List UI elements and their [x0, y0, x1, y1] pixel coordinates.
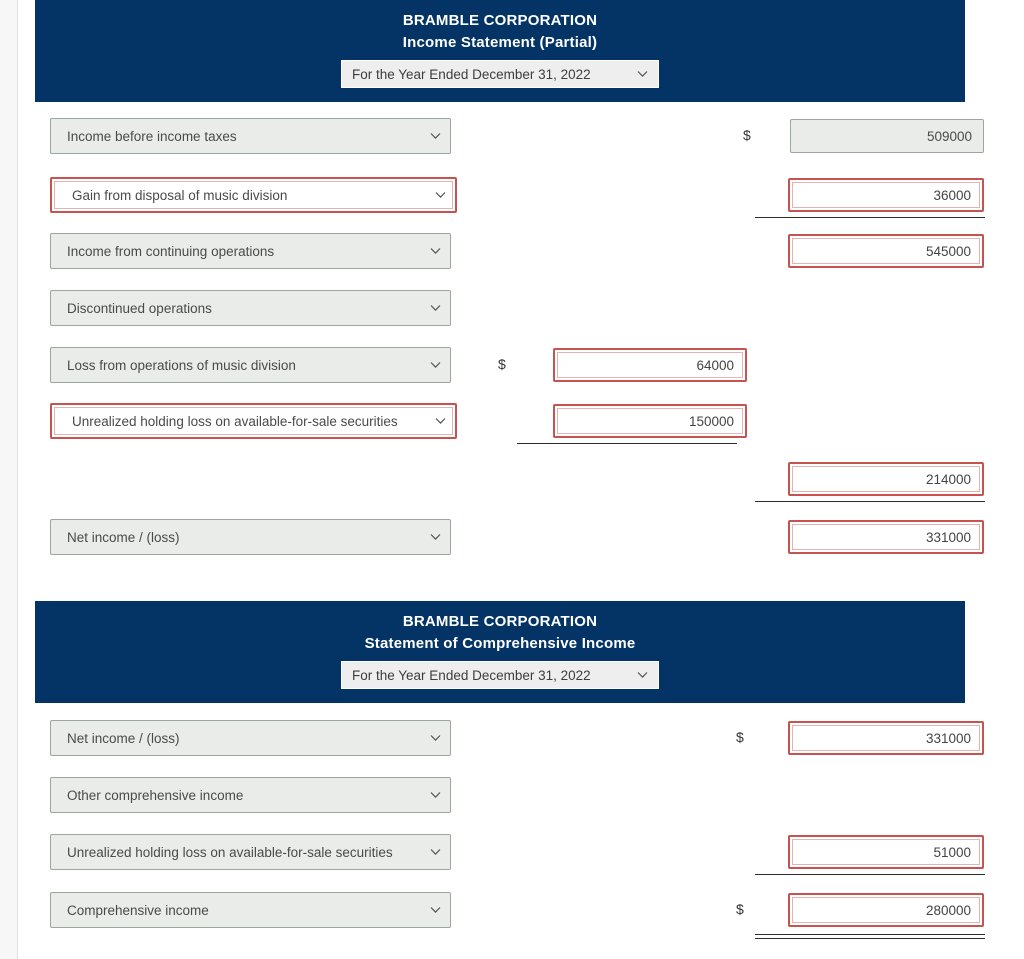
account-select-label: Income before income taxes: [67, 128, 237, 144]
table-row: Other comprehensive income: [35, 777, 965, 817]
period-select-income-statement[interactable]: For the Year Ended December 31, 2022: [341, 60, 659, 88]
account-select-label: Gain from disposal of music division: [72, 187, 288, 203]
amount-value: 51000: [933, 844, 971, 860]
account-select-label: Comprehensive income: [67, 902, 209, 918]
account-select-label: Discontinued operations: [67, 300, 212, 316]
table-row: Net income / (loss) 331000: [35, 519, 984, 559]
chevron-down-icon: [430, 735, 441, 742]
period-select-wrap: For the Year Ended December 31, 2022: [35, 60, 965, 88]
chevron-down-icon: [430, 133, 441, 140]
account-select-gain-disposal[interactable]: Gain from disposal of music division: [50, 177, 457, 213]
table-row: Unrealized holding loss on available-for…: [35, 403, 965, 444]
dollar-sign: $: [498, 356, 506, 372]
amount-input-net-income-2[interactable]: 331000: [788, 721, 984, 755]
amount-input-income-continuing[interactable]: 545000: [788, 234, 984, 268]
amount-input-income-before-taxes: 509000: [790, 119, 984, 153]
amount-input-gain-disposal[interactable]: 36000: [788, 178, 984, 212]
table-row: 214000: [35, 461, 985, 502]
amount-input-loss-operations-music[interactable]: 64000: [553, 348, 747, 382]
subtotal-rule: [755, 501, 985, 502]
table-row: Net income / (loss) $ 331000: [35, 720, 984, 760]
account-select-other-comprehensive-income[interactable]: Other comprehensive income: [50, 777, 451, 813]
account-select-label: Net income / (loss): [67, 730, 180, 746]
amount-value: 280000: [925, 902, 971, 918]
table-row: Income from continuing operations 545000: [35, 233, 984, 273]
chevron-down-icon: [430, 248, 441, 255]
amount-value: 331000: [925, 529, 971, 545]
amount-input-unrealized-holding-loss-2[interactable]: 51000: [788, 835, 984, 869]
table-row: Unrealized holding loss on available-for…: [35, 834, 985, 875]
account-select-label: Income from continuing operations: [67, 243, 275, 259]
amount-value: 64000: [696, 357, 734, 373]
income-statement-header: BRAMBLE CORPORATION Income Statement (Pa…: [35, 0, 965, 102]
account-select-comprehensive-income[interactable]: Comprehensive income: [50, 892, 451, 928]
chevron-down-icon: [435, 192, 446, 199]
amount-input-net-income[interactable]: 331000: [788, 520, 984, 554]
account-select-label: Net income / (loss): [67, 529, 180, 545]
account-select-label: Loss from operations of music division: [67, 357, 296, 373]
account-select-unrealized-holding-loss[interactable]: Unrealized holding loss on available-for…: [50, 403, 457, 439]
account-select-unrealized-holding-loss-2[interactable]: Unrealized holding loss on available-for…: [50, 834, 451, 870]
chevron-down-icon: [430, 534, 441, 541]
amount-value: 36000: [933, 187, 971, 203]
amount-input-discontinued-subtotal[interactable]: 214000: [788, 462, 984, 496]
chevron-down-icon: [435, 418, 446, 425]
account-select-income-before-taxes[interactable]: Income before income taxes: [50, 118, 451, 154]
worksheet-page: BRAMBLE CORPORATION Income Statement (Pa…: [18, 0, 1024, 959]
chevron-down-icon: [637, 71, 648, 78]
account-select-loss-operations-music[interactable]: Loss from operations of music division: [50, 347, 451, 383]
income-statement-block: BRAMBLE CORPORATION Income Statement (Pa…: [35, 0, 985, 588]
comprehensive-income-header: BRAMBLE CORPORATION Statement of Compreh…: [35, 601, 965, 703]
account-select-label: Unrealized holding loss on available-for…: [72, 413, 398, 429]
total-double-rule: [755, 934, 985, 939]
account-select-label: Other comprehensive income: [67, 787, 244, 803]
amount-input-comprehensive-income[interactable]: 280000: [788, 893, 984, 927]
subtotal-rule: [517, 443, 737, 444]
statement-title: Statement of Comprehensive Income: [364, 635, 636, 652]
account-select-discontinued-operations[interactable]: Discontinued operations: [50, 290, 451, 326]
dollar-sign: $: [736, 729, 744, 745]
income-statement-rows: Income before income taxes $ 509000 Gain…: [35, 102, 985, 588]
period-select-wrap: For the Year Ended December 31, 2022: [35, 661, 965, 689]
period-select-comprehensive-income[interactable]: For the Year Ended December 31, 2022: [341, 661, 659, 689]
amount-input-unrealized-holding-loss[interactable]: 150000: [553, 404, 747, 438]
table-row: Gain from disposal of music division 360…: [35, 177, 985, 218]
chevron-down-icon: [430, 907, 441, 914]
left-gutter-strip: [0, 0, 18, 959]
chevron-down-icon: [430, 849, 441, 856]
amount-value: 509000: [926, 128, 972, 144]
table-row: Loss from operations of music division $…: [35, 347, 965, 387]
subtotal-rule: [755, 874, 985, 875]
period-select-value: For the Year Ended December 31, 2022: [352, 667, 591, 683]
amount-value: 545000: [925, 243, 971, 259]
company-name: BRAMBLE CORPORATION: [402, 12, 598, 29]
comprehensive-income-statement-block: BRAMBLE CORPORATION Statement of Compreh…: [35, 601, 985, 953]
chevron-down-icon: [430, 792, 441, 799]
chevron-down-icon: [430, 305, 441, 312]
company-name: BRAMBLE CORPORATION: [402, 613, 598, 630]
chevron-down-icon: [637, 672, 648, 679]
account-select-income-continuing[interactable]: Income from continuing operations: [50, 233, 451, 269]
comprehensive-income-rows: Net income / (loss) $ 331000 Other compr…: [35, 703, 985, 953]
statement-title: Income Statement (Partial): [402, 34, 598, 51]
amount-value: 331000: [925, 730, 971, 746]
table-row: Comprehensive income $ 280000: [35, 892, 985, 939]
amount-value: 150000: [688, 413, 734, 429]
dollar-sign: $: [736, 901, 744, 917]
account-select-net-income-2[interactable]: Net income / (loss): [50, 720, 451, 756]
account-select-label: Unrealized holding loss on available-for…: [67, 844, 393, 860]
table-row: Discontinued operations: [35, 290, 965, 330]
dollar-sign: $: [743, 127, 751, 143]
period-select-value: For the Year Ended December 31, 2022: [352, 66, 591, 82]
chevron-down-icon: [430, 362, 441, 369]
subtotal-rule: [755, 217, 985, 218]
table-row: Income before income taxes $ 509000: [35, 118, 984, 158]
amount-value: 214000: [925, 471, 971, 487]
account-select-net-income[interactable]: Net income / (loss): [50, 519, 451, 555]
